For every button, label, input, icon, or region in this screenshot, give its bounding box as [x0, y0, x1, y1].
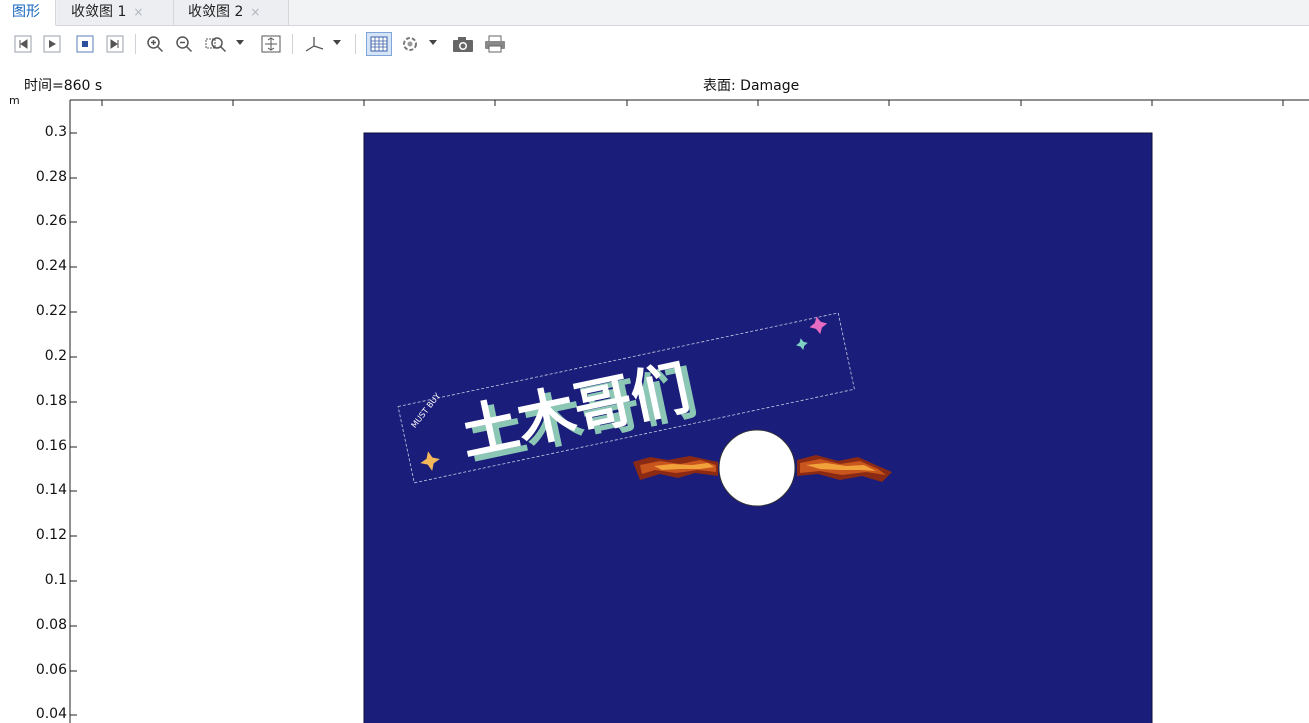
- tab-convergence-1[interactable]: 收敛图 1 ×: [57, 0, 174, 25]
- graphics-toolbar: [0, 26, 1309, 62]
- zoom-in-icon[interactable]: [146, 35, 164, 53]
- close-icon[interactable]: ×: [250, 5, 260, 19]
- toolbar-separator: [292, 34, 293, 54]
- scene-light-icon[interactable]: [400, 35, 420, 53]
- circular-hole: [718, 429, 796, 507]
- tab-graphics[interactable]: 图形: [0, 0, 56, 26]
- tab-convergence-2[interactable]: 收敛图 2 ×: [174, 0, 289, 25]
- tab-label: 图形: [12, 4, 40, 20]
- grid-icon[interactable]: [366, 32, 392, 56]
- print-icon[interactable]: [484, 35, 506, 53]
- scene-light-dropdown[interactable]: [429, 40, 437, 45]
- left-axis-ticks: [70, 132, 77, 716]
- axis-dropdown[interactable]: [333, 40, 341, 45]
- zoom-box-icon[interactable]: [205, 35, 227, 53]
- graphics-window[interactable]: 时间=860 s 表面: Damage m 0.3 0.28 0.26 0.24…: [0, 62, 1309, 723]
- top-axis-ticks: [101, 100, 1284, 106]
- toolbar-separator: [355, 34, 356, 54]
- plot-canvas: MUST BUY 土木哥们 土木哥们: [69, 99, 1309, 723]
- camera-icon[interactable]: [452, 35, 474, 53]
- toolbar-separator: [135, 34, 136, 54]
- play-icon[interactable]: [43, 35, 61, 53]
- close-icon[interactable]: ×: [133, 5, 143, 19]
- tab-bar: 图形 收敛图 1 × 收敛图 2 ×: [0, 0, 1309, 26]
- zoom-extents-icon[interactable]: [261, 35, 281, 53]
- axis-orientation-icon[interactable]: [303, 35, 325, 53]
- tab-label: 收敛图 1: [71, 4, 127, 20]
- zoom-box-dropdown[interactable]: [236, 40, 244, 45]
- last-frame-icon[interactable]: [106, 35, 124, 53]
- tab-label: 收敛图 2: [188, 4, 244, 20]
- first-frame-icon[interactable]: [14, 35, 32, 53]
- zoom-out-icon[interactable]: [175, 35, 193, 53]
- stop-icon[interactable]: [76, 35, 94, 53]
